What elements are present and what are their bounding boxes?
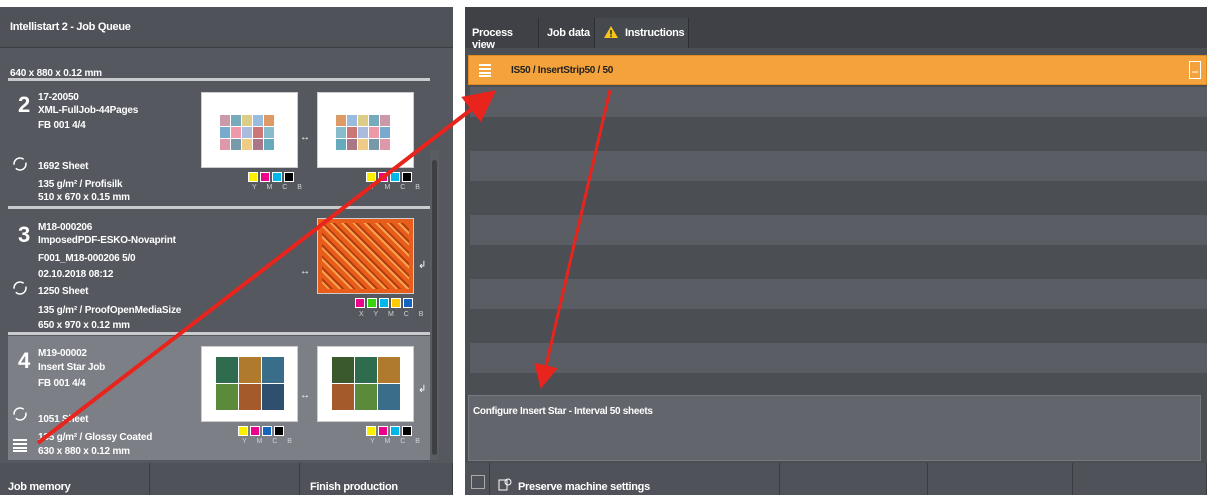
annotation-arrows (36, 89, 612, 445)
annotation-arrow (534, 89, 612, 389)
annotation-arrow (36, 90, 497, 445)
